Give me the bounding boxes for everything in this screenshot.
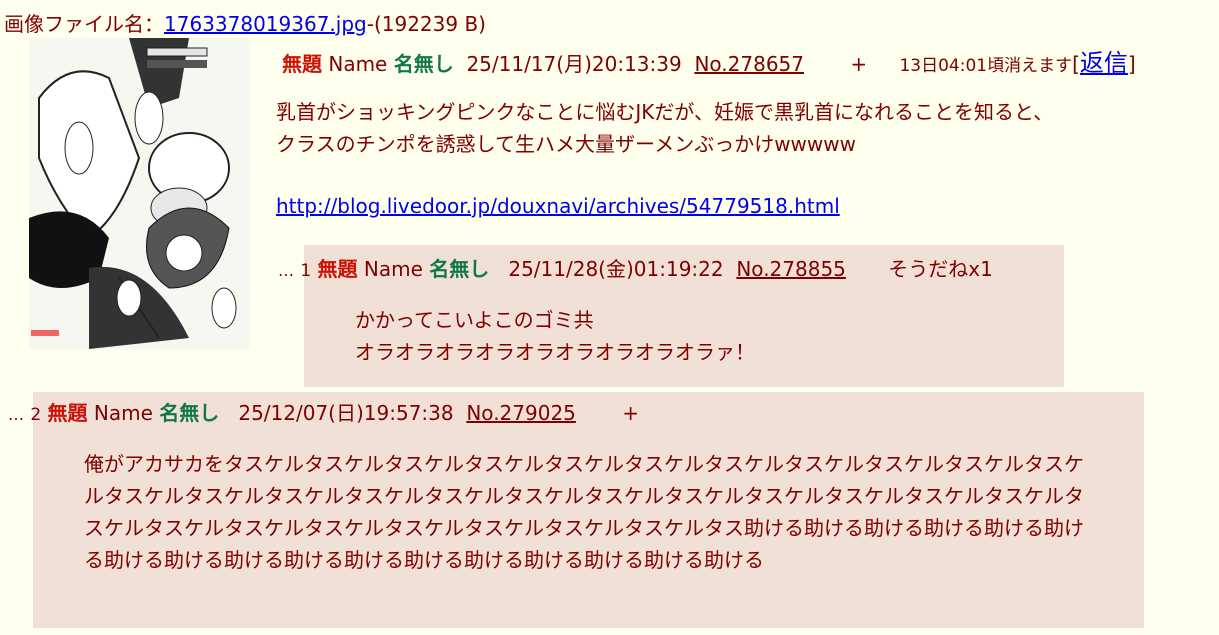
reply-1-line: かかってこいよこのゴミ共 [355, 308, 594, 332]
op-plus-button[interactable]: + [850, 52, 867, 76]
op-expire-text: 13日04:01頃消えます [899, 56, 1073, 76]
file-label: 画像ファイル名： [4, 12, 164, 36]
file-info: 画像ファイル名：1763378019367.jpg-(192239 B) [4, 8, 486, 37]
reply-2-body: 俺がアカサカをタスケルタスケルタスケルタスケルタスケルタスケルタスケルタスケルタ… [84, 452, 1084, 572]
op-subject: 無題 [282, 52, 322, 76]
reply-2-number: 2 [30, 405, 42, 425]
reply-2-date: 25/12/07(日)19:57:38 [238, 401, 454, 425]
reply-1-dots: … [278, 261, 294, 280]
reply-1-name: 名無し [429, 257, 490, 281]
reply-link[interactable]: 返信 [1080, 49, 1128, 77]
manga-thumbnail-graphic [29, 38, 250, 349]
op-url-link[interactable]: http://blog.livedoor.jp/douxnavi/archive… [276, 194, 840, 218]
reply-2-header: … 2 無題 Name 名無し 25/12/07(日)19:57:38 No.2… [8, 397, 639, 426]
bracket-close: ] [1127, 52, 1136, 76]
file-size: -(192239 B) [366, 12, 486, 36]
thumbnail-image[interactable] [29, 38, 250, 349]
reply-1-header: … 1 無題 Name 名無し 25/11/28(金)01:19:22 No.2… [278, 253, 993, 282]
op-body: 乳首がショッキングピンクなことに悩むJKだが、妊娠で黒乳首になれることを知ると、… [276, 100, 1054, 156]
reply-2-name-label: Name [93, 401, 153, 425]
reply-2-name: 名無し [159, 401, 220, 425]
op-name: 名無し [393, 52, 454, 76]
reply-1-body: かかってこいよこのゴミ共 オラオラオラオラオラオラオラオラオラァ！ [355, 304, 755, 368]
op-post-number[interactable]: No.278657 [694, 52, 804, 76]
file-link[interactable]: 1763378019367.jpg [164, 12, 367, 36]
op-header: 無題 Name 名無し 25/11/17(月)20:13:39 No.27865… [282, 43, 1136, 78]
reply-2-plus-button[interactable]: + [622, 401, 639, 425]
reply-2-post-number[interactable]: No.279025 [466, 401, 576, 425]
op-url-container: http://blog.livedoor.jp/douxnavi/archive… [276, 194, 840, 218]
reply-1-date: 25/11/28(金)01:19:22 [508, 257, 724, 281]
reply-1-soudane[interactable]: そうだねx1 [888, 257, 993, 281]
op-name-label: Name [328, 52, 388, 76]
reply-2-subject: 無題 [47, 401, 88, 425]
reply-1-post-number[interactable]: No.278855 [736, 257, 846, 281]
reply-1-name-label: Name [363, 257, 423, 281]
reply-1-number: 1 [300, 261, 312, 281]
reply-1-subject: 無題 [317, 257, 358, 281]
reply-2-dots: … [8, 405, 24, 424]
reply-1-line: オラオラオラオラオラオラオラオラオラァ！ [355, 340, 755, 364]
bracket-open: [ [1072, 52, 1080, 76]
op-date: 25/11/17(月)20:13:39 [466, 52, 682, 76]
